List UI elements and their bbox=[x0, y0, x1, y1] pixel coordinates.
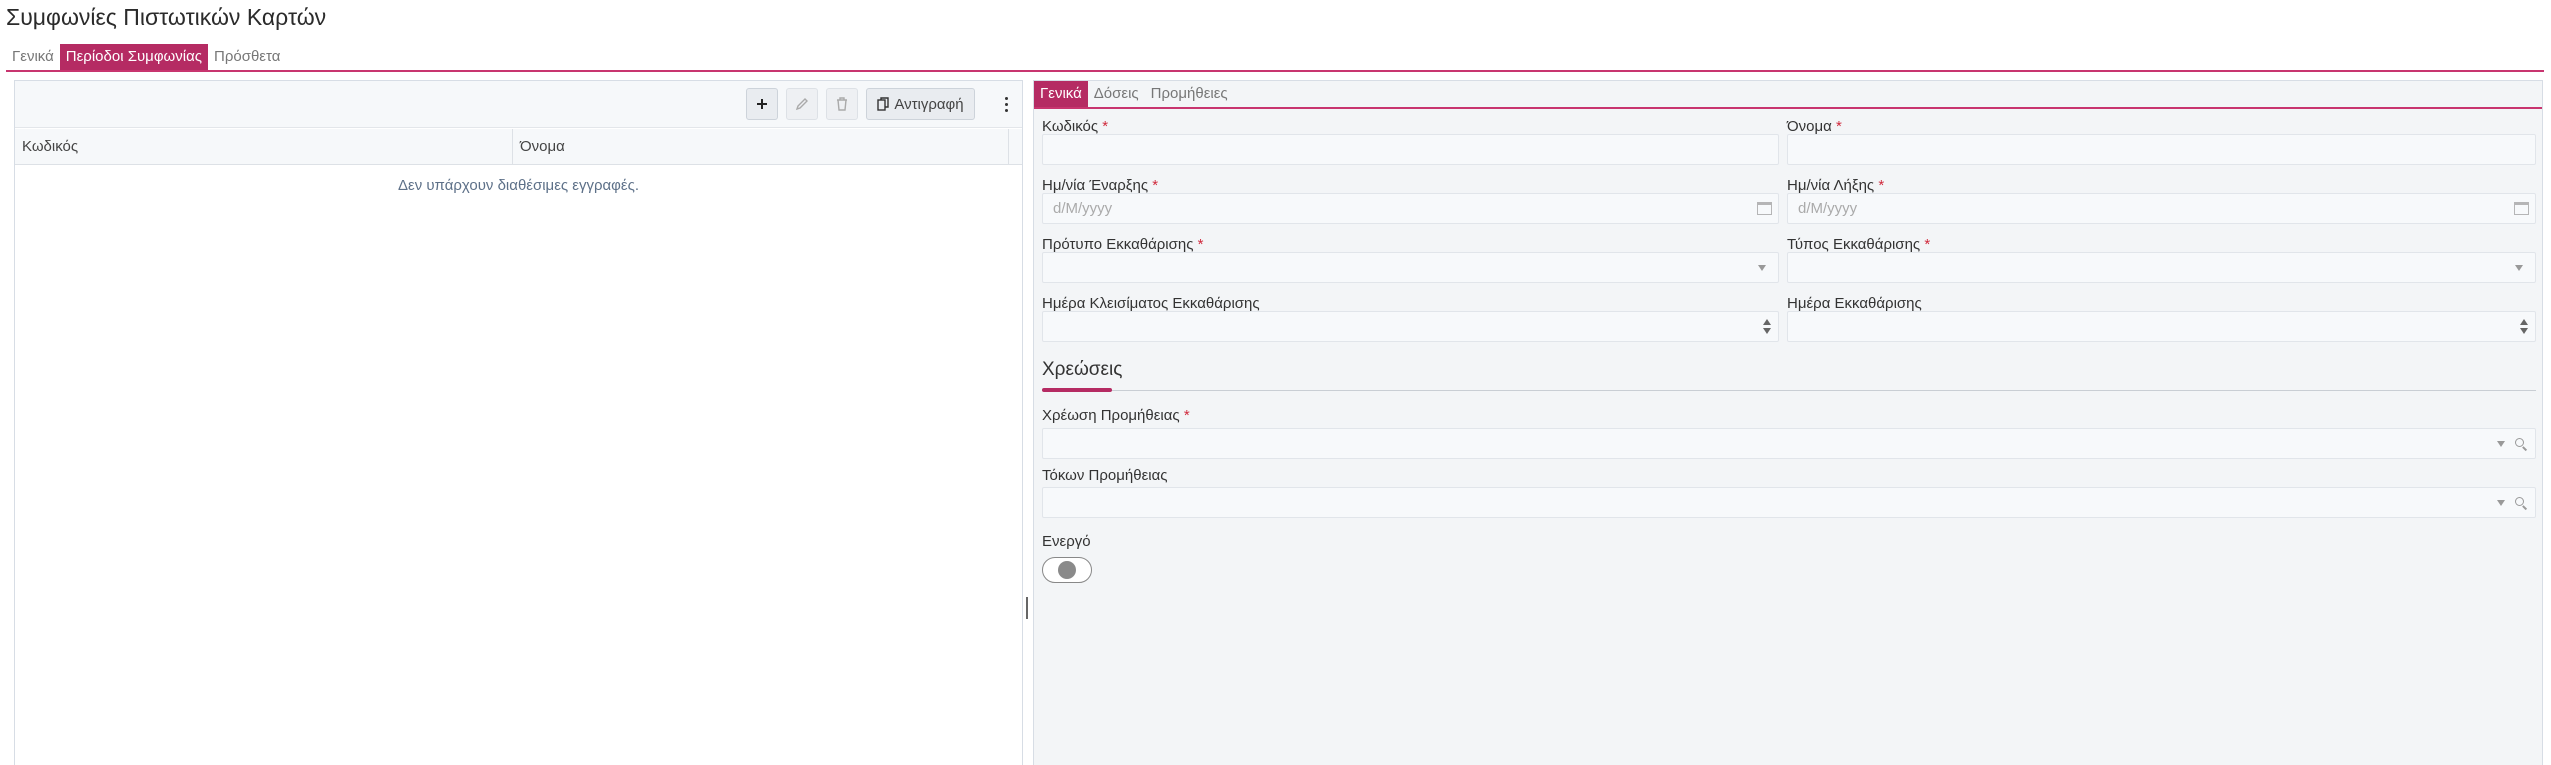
active-label: Ενεργό bbox=[1042, 533, 1091, 550]
grid-empty-message: Δεν υπάρχουν διαθέσιμες εγγραφές. bbox=[397, 177, 639, 194]
start-date-label: Ημ/νία Έναρξης * bbox=[1042, 177, 1159, 194]
toggle-knob bbox=[1058, 561, 1076, 579]
tab-general[interactable]: Γενικά bbox=[6, 44, 60, 70]
detail-tab-underline bbox=[1034, 107, 2542, 109]
stepper-arrows-icon[interactable] bbox=[1756, 312, 1778, 341]
section-divider bbox=[1042, 390, 2536, 391]
name-input[interactable] bbox=[1787, 134, 2536, 165]
tab-agreement-periods[interactable]: Περίοδοι Συμφωνίας bbox=[59, 44, 208, 70]
settlement-template-label: Πρότυπο Εκκαθάρισης * bbox=[1042, 236, 1204, 253]
code-label: Κωδικός * bbox=[1042, 118, 1109, 135]
tab-additional[interactable]: Πρόσθετα bbox=[208, 44, 286, 70]
section-accent-bar bbox=[1042, 388, 1112, 392]
search-icon[interactable] bbox=[2515, 437, 2527, 450]
start-date-placeholder: d/M/yyyy bbox=[1053, 200, 1113, 217]
grid-header: Κωδικός Όνομα bbox=[15, 129, 1022, 165]
commission-charge-label: Χρέωση Προμήθειας * bbox=[1042, 407, 1190, 424]
delete-button[interactable] bbox=[826, 88, 858, 120]
commission-interest-lookup[interactable] bbox=[1042, 487, 2536, 518]
tab-commissions[interactable]: Προμήθειες bbox=[1145, 81, 1234, 107]
periods-list-panel: Αντιγραφή Κωδικός Όνομα Δεν υπάρχουν δια… bbox=[14, 80, 1023, 765]
settlement-day-stepper[interactable] bbox=[1787, 311, 2536, 342]
charges-section-title: Χρεώσεις bbox=[1042, 359, 1123, 380]
commission-interest-label: Τόκων Προμήθειας bbox=[1042, 467, 1168, 484]
commission-charge-lookup[interactable] bbox=[1042, 428, 2536, 459]
page-title: Συμφωνίες Πιστωτικών Καρτών bbox=[6, 4, 327, 30]
settlement-day-label: Ημέρα Εκκαθάρισης bbox=[1787, 295, 1922, 312]
copy-button[interactable]: Αντιγραφή bbox=[866, 88, 975, 120]
settlement-type-select[interactable] bbox=[1787, 252, 2536, 283]
add-button[interactable] bbox=[746, 88, 778, 120]
main-tab-underline bbox=[6, 70, 2544, 72]
stepper-arrows-icon[interactable] bbox=[2513, 312, 2535, 341]
column-header-code[interactable]: Κωδικός bbox=[15, 129, 513, 164]
main-tabs: Γενικά Περίοδοι Συμφωνίας Πρόσθετα bbox=[6, 44, 286, 70]
chevron-down-icon[interactable] bbox=[2497, 499, 2505, 506]
closing-day-label: Ημέρα Κλεισίματος Εκκαθάρισης bbox=[1042, 295, 1260, 312]
more-options-button[interactable] bbox=[999, 90, 1013, 118]
pencil-icon bbox=[795, 98, 808, 111]
panel-splitter-handle[interactable] bbox=[1026, 597, 1028, 619]
calendar-icon[interactable] bbox=[2514, 202, 2529, 215]
edit-button[interactable] bbox=[786, 88, 818, 120]
active-toggle[interactable] bbox=[1042, 557, 1092, 583]
code-input[interactable] bbox=[1042, 134, 1779, 165]
copy-button-label: Αντιγραφή bbox=[894, 95, 964, 113]
tab-detail-general[interactable]: Γενικά bbox=[1034, 81, 1088, 107]
start-date-input[interactable]: d/M/yyyy bbox=[1042, 193, 1779, 224]
add-icon bbox=[757, 99, 767, 109]
settlement-template-select[interactable] bbox=[1042, 252, 1779, 283]
period-detail-panel: Γενικά Δόσεις Προμήθειες Κωδικός * Όνομα… bbox=[1033, 80, 2543, 765]
search-icon[interactable] bbox=[2515, 496, 2527, 509]
list-toolbar: Αντιγραφή bbox=[15, 81, 1022, 128]
trash-icon bbox=[837, 97, 847, 111]
end-date-placeholder: d/M/yyyy bbox=[1798, 200, 1858, 217]
settlement-type-label: Τύπος Εκκαθάρισης * bbox=[1787, 236, 1931, 253]
detail-tabs: Γενικά Δόσεις Προμήθειες bbox=[1034, 81, 1234, 107]
chevron-down-icon[interactable] bbox=[2497, 440, 2505, 447]
name-label: Όνομα * bbox=[1787, 118, 1842, 135]
copy-icon bbox=[877, 97, 890, 111]
calendar-icon[interactable] bbox=[1757, 202, 1772, 215]
end-date-label: Ημ/νία Λήξης * bbox=[1787, 177, 1885, 194]
tab-installments[interactable]: Δόσεις bbox=[1088, 81, 1145, 107]
column-header-name[interactable]: Όνομα bbox=[513, 129, 1009, 164]
more-vertical-icon bbox=[1004, 96, 1008, 100]
chevron-down-icon[interactable] bbox=[1758, 264, 1766, 271]
end-date-input[interactable]: d/M/yyyy bbox=[1787, 193, 2536, 224]
closing-day-stepper[interactable] bbox=[1042, 311, 1779, 342]
chevron-down-icon[interactable] bbox=[2515, 264, 2523, 271]
